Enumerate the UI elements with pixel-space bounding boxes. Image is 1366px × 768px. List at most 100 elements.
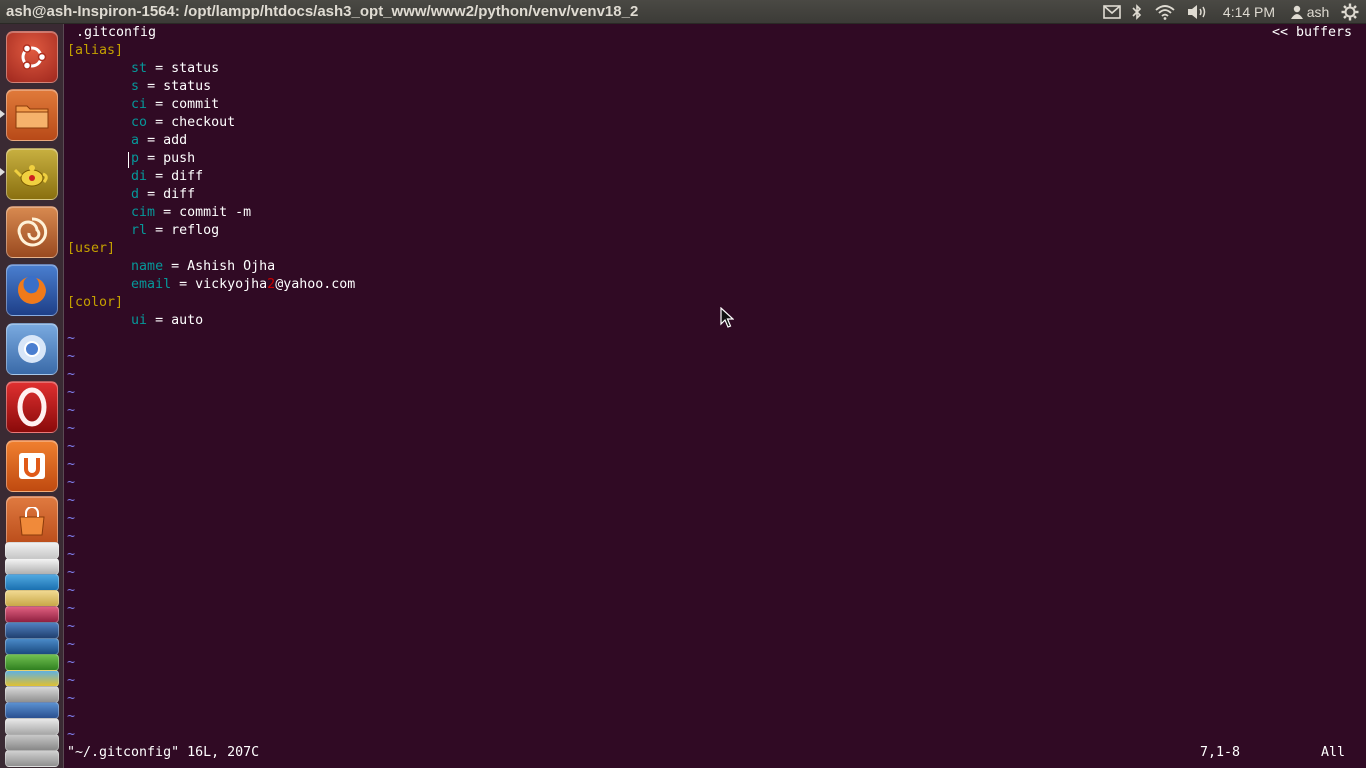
empty-line-tilde: ~ (67, 367, 76, 382)
text-cursor (128, 152, 129, 168)
config-entry-line: cim = commit -m (131, 205, 252, 220)
config-entry-line: di = diff (131, 169, 204, 184)
empty-line-tilde: ~ (67, 601, 76, 616)
config-key: p (131, 151, 140, 166)
config-entry-line: a = add (131, 133, 188, 148)
buffer-tab-name[interactable]: .gitconfig (76, 24, 156, 42)
firefox-icon[interactable] (6, 264, 58, 316)
section-header: [color] (67, 295, 124, 310)
config-entry-line: name = Ashish Ojha (131, 259, 276, 274)
empty-line-tilde: ~ (67, 547, 76, 562)
empty-line-tilde: ~ (67, 565, 76, 580)
buffers-label[interactable]: << buffers (1272, 24, 1352, 42)
config-key: co (131, 115, 148, 130)
config-key: name (131, 259, 164, 274)
mail-icon[interactable] (1102, 0, 1122, 24)
empty-line-tilde: ~ (67, 583, 76, 598)
config-key: ci (131, 97, 148, 112)
config-entry-line: d = diff (131, 187, 196, 202)
config-value: commit (171, 97, 220, 112)
wifi-icon[interactable] (1153, 0, 1177, 24)
clock[interactable]: 4:14 PM (1218, 0, 1280, 24)
config-key: st (131, 61, 148, 76)
section-header: [alias] (67, 43, 124, 58)
status-cursor-position: 7,1-8 (1200, 745, 1241, 760)
stacked-launcher-icon[interactable] (5, 638, 59, 655)
stacked-launcher-icon[interactable] (5, 542, 59, 559)
stacked-launcher-icon[interactable] (5, 718, 59, 735)
config-value: diff (171, 169, 204, 184)
gear-icon[interactable] (1340, 0, 1360, 24)
section-header: [user] (67, 241, 116, 256)
config-entry-line: ui = auto (131, 313, 204, 328)
config-key: d (131, 187, 140, 202)
empty-line-tilde: ~ (67, 511, 76, 526)
config-value: auto (171, 313, 204, 328)
stacked-launcher-icon[interactable] (5, 670, 59, 687)
config-entry-line: st = status (131, 61, 220, 76)
empty-line-tilde: ~ (67, 727, 76, 742)
folder-icon[interactable] (6, 89, 58, 141)
teapot-icon[interactable] (6, 148, 58, 200)
empty-line-tilde: ~ (67, 385, 76, 400)
empty-line-tilde: ~ (67, 439, 76, 454)
stacked-launcher-icon[interactable] (5, 686, 59, 703)
config-key: a (131, 133, 140, 148)
config-entry-line: p = push (131, 151, 196, 166)
stacked-launcher-icon[interactable] (5, 622, 59, 639)
stacked-launcher-icon[interactable] (5, 558, 59, 575)
empty-line-tilde: ~ (67, 349, 76, 364)
config-section-line: [color] (67, 294, 123, 312)
empty-line-tilde: ~ (67, 691, 76, 706)
config-value: status (171, 61, 220, 76)
window-title: ash@ash-Inspiron-1564: /opt/lampp/htdocs… (6, 3, 639, 20)
config-entry-line: ci = commit (131, 97, 220, 112)
stacked-launcher-icon[interactable] (5, 590, 59, 607)
empty-line-tilde: ~ (67, 673, 76, 688)
opera-icon[interactable] (6, 381, 58, 433)
config-key: email (131, 277, 172, 292)
status-scroll-percent: All (1321, 745, 1346, 760)
empty-line-tilde: ~ (67, 457, 76, 472)
user-menu[interactable]: ash (1286, 0, 1334, 24)
chromium-icon[interactable] (6, 323, 58, 375)
config-section-line: [user] (67, 240, 115, 258)
empty-line-tilde: ~ (67, 493, 76, 508)
status-file-info: "~/.gitconfig" 16L, 207C (67, 745, 260, 760)
stacked-launcher-icon[interactable] (5, 702, 59, 719)
ubuntu-logo-icon[interactable] (6, 31, 58, 83)
shopping-bag-icon[interactable] (6, 496, 58, 548)
config-key: cim (131, 205, 156, 220)
nautilus-shell-icon[interactable] (6, 206, 58, 258)
empty-line-tilde: ~ (67, 403, 76, 418)
top-panel: ash@ash-Inspiron-1564: /opt/lampp/htdocs… (0, 0, 1366, 24)
config-value: checkout (171, 115, 236, 130)
config-value-highlight: 2 (267, 277, 276, 292)
stacked-launcher-icon[interactable] (5, 734, 59, 751)
ubuntu-one-icon[interactable] (6, 440, 58, 492)
config-key: rl (131, 223, 148, 238)
config-value: add (163, 133, 188, 148)
empty-line-tilde: ~ (67, 475, 76, 490)
volume-icon[interactable] (1185, 0, 1209, 24)
config-value: reflog (171, 223, 220, 238)
config-value: Ashish Ojha (187, 259, 276, 274)
mouse-pointer-icon (720, 306, 735, 334)
config-key: di (131, 169, 148, 184)
launcher (0, 24, 64, 768)
stacked-launcher-icon[interactable] (5, 606, 59, 623)
stacked-launcher-icon[interactable] (5, 654, 59, 671)
terminal-window[interactable]: .gitconfig << buffers [alias] st = statu… (65, 24, 1366, 768)
config-key: ui (131, 313, 148, 328)
empty-line-tilde: ~ (67, 637, 76, 652)
bluetooth-icon[interactable] (1130, 0, 1144, 24)
config-entry-line: email = vickyojha2@yahoo.com (131, 277, 356, 292)
config-value: vickyojha (195, 277, 268, 292)
running-indicator (0, 110, 5, 118)
stacked-launcher-icon[interactable] (5, 750, 59, 767)
config-value: commit -m (179, 205, 252, 220)
empty-line-tilde: ~ (67, 331, 76, 346)
config-key: s (131, 79, 140, 94)
stacked-launcher-icon[interactable] (5, 574, 59, 591)
empty-line-tilde: ~ (67, 655, 76, 670)
